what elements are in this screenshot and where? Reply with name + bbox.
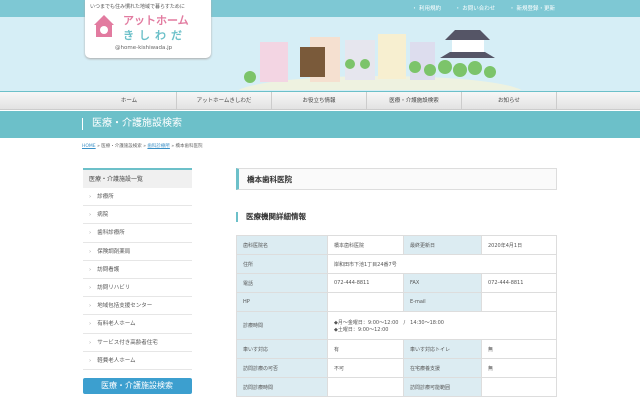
cell: 歯科医院名 <box>237 236 328 255</box>
cell: 訪問看護 <box>97 267 119 273</box>
sidebar-item[interactable]: › 保険調剤薬局 <box>83 243 192 261</box>
logo-tagline: いつまでも住み慣れた地域で暮らすために <box>90 3 185 10</box>
sidebar: 医療・介護施設一覧 ›診療所 ›病院 ›歯科診療所 ›保険調剤薬局 ›訪問看護 … <box>83 168 192 394</box>
cell: 有料老人ホーム <box>97 321 135 327</box>
table-row: 車いす対応有車いす対応トイレ無 <box>237 340 557 359</box>
breadcrumb-sub[interactable]: 歯科診療所 <box>147 144 170 149</box>
site-logo[interactable]: いつまでも住み慣れた地域で暮らすために アットホーム きしわだ @home-ki… <box>85 0 211 58</box>
table-row: 訪問診療時間 訪問診療可能範囲 <box>237 378 557 397</box>
logo-url: @home-kishiwada.jp <box>115 45 172 51</box>
cell: サービス付き高齢者住宅 <box>97 340 158 346</box>
table-row: 電話072-444-8811FAX072-444-8811 <box>237 274 557 293</box>
table-row: 歯科医院名橋本歯科医院最終更新日2020年4月1日 <box>237 236 557 255</box>
main-content: 橋本歯科医院 医療機関詳細情報 歯科医院名橋本歯科医院最終更新日2020年4月1… <box>236 168 557 397</box>
town-illustration <box>230 22 530 90</box>
cell: 病院 <box>97 212 108 218</box>
cell <box>328 293 404 312</box>
cell: 072-444-8811 <box>328 274 404 293</box>
cell: 地域包括支援センター <box>97 303 152 309</box>
cell: › <box>89 194 91 200</box>
breadcrumb: HOME » 医療・介護施設検索 » 歯科診療所 » 橋本歯科医院 <box>82 143 203 149</box>
cell: 保険調剤薬局 <box>97 249 130 255</box>
register-link[interactable]: ・ 新規登録・更新 <box>509 4 555 12</box>
sidebar-item[interactable]: › 診療所 <box>83 188 192 206</box>
cell: 訪問リハビリ <box>97 285 130 291</box>
logo-name-2: きしわだ <box>123 27 187 43</box>
cell: 住所 <box>237 255 328 274</box>
cell: 岸和田市下池1丁目24番7号 <box>328 255 557 274</box>
cell: › <box>89 321 91 327</box>
sidebar-item[interactable]: › 有料老人ホーム <box>83 315 192 333</box>
logo-name: アットホーム <box>123 12 189 28</box>
main-nav: ホーム アットホームきしわだ お役立ち情報 医療・介護施設検索 お知らせ <box>0 91 640 110</box>
top-links: ・ 利用規約 ・ お問い合わせ ・ 新規登録・更新 <box>412 4 555 12</box>
cell: 軽費老人ホーム <box>97 358 135 364</box>
cell: E-mail <box>404 293 482 312</box>
clinic-name-heading: 橋本歯科医院 <box>236 168 557 190</box>
cell: 在宅療養支援 <box>404 359 482 378</box>
cell: FAX <box>404 274 482 293</box>
nav-news[interactable]: お知らせ <box>462 92 557 110</box>
sidebar-item[interactable]: › 地域包括支援センター <box>83 297 192 315</box>
details-table: 歯科医院名橋本歯科医院最終更新日2020年4月1日 住所岸和田市下池1丁目24番… <box>236 235 557 397</box>
cell: › <box>89 212 91 218</box>
cell: 不可 <box>328 359 404 378</box>
house-icon <box>93 14 115 38</box>
contact-link[interactable]: ・ お問い合わせ <box>455 4 495 12</box>
breadcrumb-category: 医療・介護施設検索 <box>101 144 142 149</box>
table-row: 診療時間◆月～金曜日：9:00～12:00 / 14:30～18:00◆土曜日：… <box>237 312 557 340</box>
table-row: 住所岸和田市下池1丁目24番7号 <box>237 255 557 274</box>
cell: 歯科診療所 <box>97 230 125 236</box>
cell: › <box>89 267 91 273</box>
cell: › <box>89 340 91 346</box>
cell: 訪問診療可能範囲 <box>404 378 482 397</box>
cell: 2020年4月1日 <box>482 236 557 255</box>
table-row: 訪問診療の可否不可在宅療養支援無 <box>237 359 557 378</box>
cell: › <box>89 303 91 309</box>
breadcrumb-current: 橋本歯科医院 <box>176 144 203 149</box>
cell: › <box>89 358 91 364</box>
sidebar-item[interactable]: › 歯科診療所 <box>83 224 192 242</box>
page-title: 医療・介護施設検索 <box>82 118 182 130</box>
cell <box>482 293 557 312</box>
cell: 最終更新日 <box>404 236 482 255</box>
breadcrumb-home[interactable]: HOME <box>82 144 96 149</box>
cell <box>328 378 404 397</box>
nav-info[interactable]: お役立ち情報 <box>272 92 367 110</box>
cell: 訪問診療の可否 <box>237 359 328 378</box>
cell: › <box>89 249 91 255</box>
sidebar-heading: 医療・介護施設一覧 <box>83 168 192 188</box>
sidebar-item[interactable]: › 訪問看護 <box>83 261 192 279</box>
cell: ◆月～金曜日：9:00～12:00 / 14:30～18:00◆土曜日：9:00… <box>328 312 557 340</box>
sidebar-item[interactable]: › 訪問リハビリ <box>83 279 192 297</box>
sidebar-item[interactable]: › サービス付き高齢者住宅 <box>83 334 192 352</box>
cell: 無 <box>482 359 557 378</box>
title-band: 医療・介護施設検索 <box>0 111 640 138</box>
cell: 訪問診療時間 <box>237 378 328 397</box>
cell: 072-444-8811 <box>482 274 557 293</box>
sidebar-item[interactable]: › 軽費老人ホーム <box>83 352 192 370</box>
cell <box>482 378 557 397</box>
table-row: HP E-mail <box>237 293 557 312</box>
terms-link[interactable]: ・ 利用規約 <box>412 4 441 12</box>
nav-search[interactable]: 医療・介護施設検索 <box>367 92 462 110</box>
search-banner[interactable]: 医療・介護施設検索 <box>83 378 192 394</box>
cell: › <box>89 285 91 291</box>
section-heading: 医療機関詳細情報 <box>236 212 557 222</box>
cell: 電話 <box>237 274 328 293</box>
cell: 無 <box>482 340 557 359</box>
cell: 車いす対応トイレ <box>404 340 482 359</box>
cell: 橋本歯科医院 <box>328 236 404 255</box>
cell: › <box>89 230 91 236</box>
cell: 診療所 <box>97 194 114 200</box>
cell: HP <box>237 293 328 312</box>
nav-about[interactable]: アットホームきしわだ <box>177 92 272 110</box>
cell: 車いす対応 <box>237 340 328 359</box>
sidebar-item[interactable]: › 病院 <box>83 206 192 224</box>
cell: 診療時間 <box>237 312 328 340</box>
nav-home[interactable]: ホーム <box>82 92 177 110</box>
cell: 有 <box>328 340 404 359</box>
